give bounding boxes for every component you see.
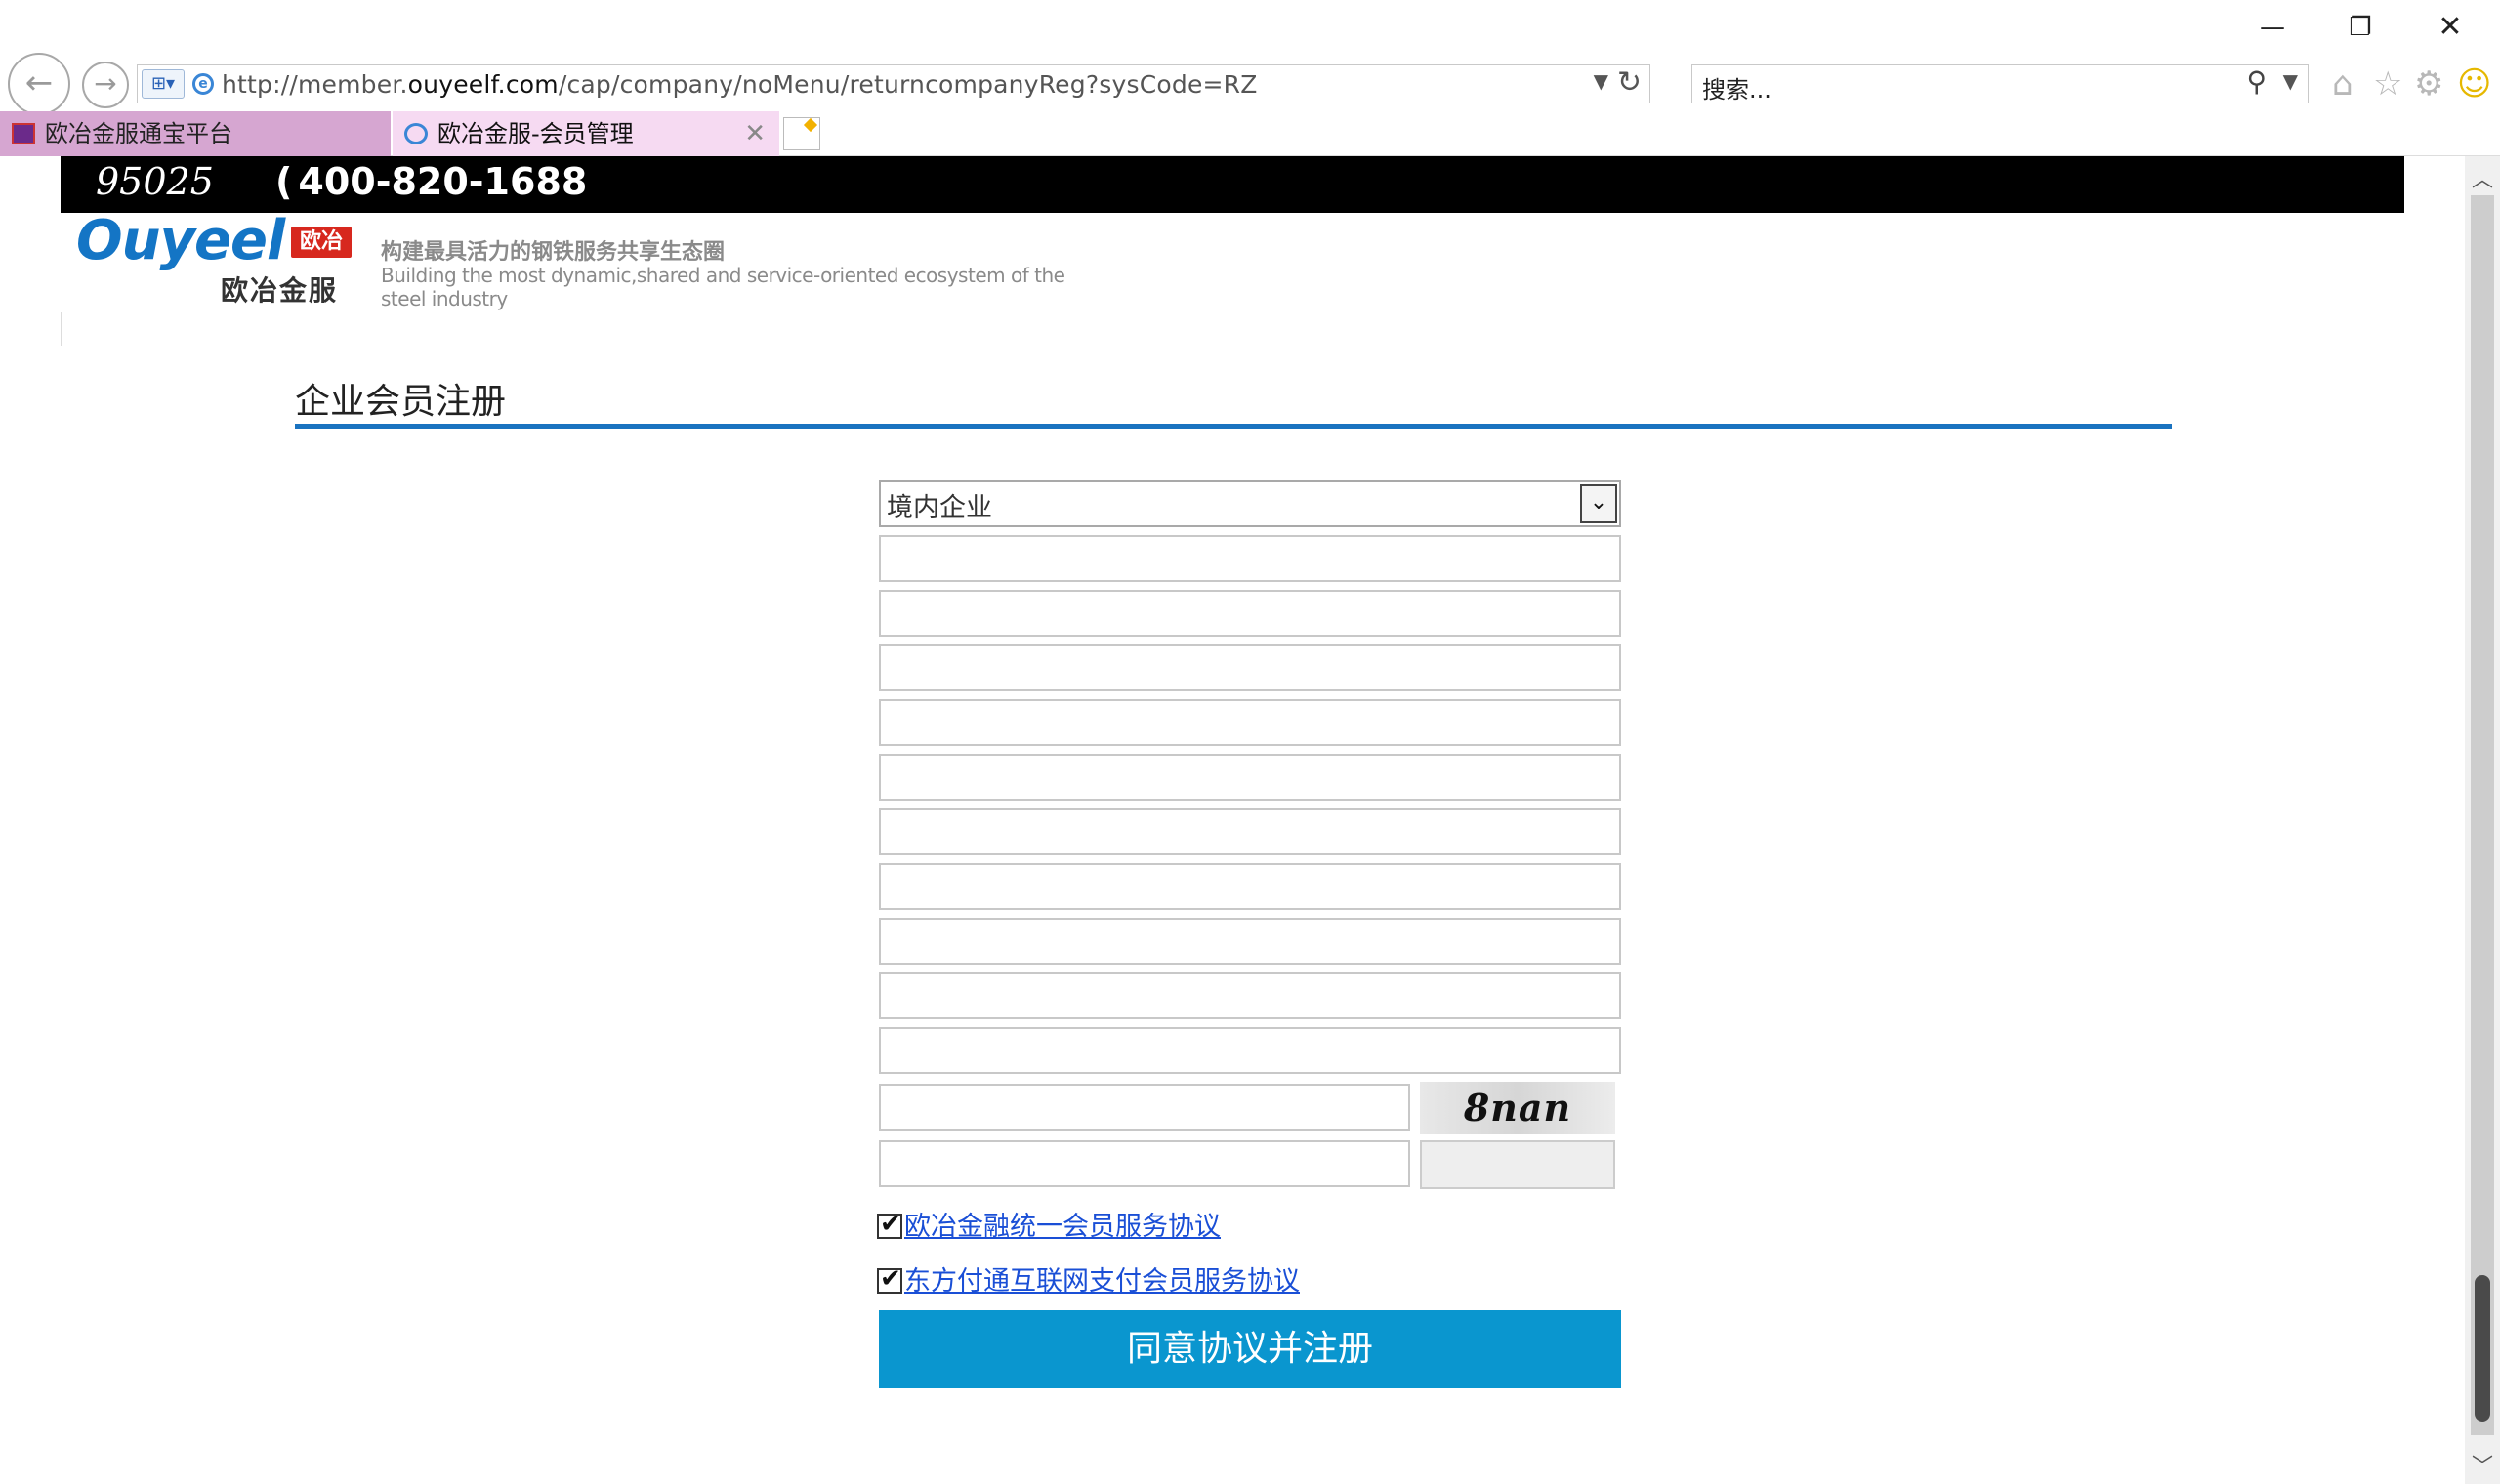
logo-badge: 欧冶 (291, 227, 352, 258)
mobile-number-input[interactable] (879, 1027, 1621, 1074)
form-row-mobile-number: *手 机 号 码: (547, 1027, 1621, 1074)
agree-and-register-button[interactable]: 同意协议并注册 (879, 1310, 1621, 1388)
url-text[interactable]: http://member.ouyeelf.com/cap/company/no… (222, 70, 1258, 99)
agreement-ouyeel[interactable]: 欧冶金融统一会员服务协议 (877, 1205, 1221, 1244)
enterprise-type-select[interactable]: 境内企业 ⌄ (879, 480, 1621, 527)
search-input[interactable]: 搜索... (1702, 70, 1771, 104)
refresh-icon[interactable]: ↻ (1617, 65, 1642, 100)
slogan-chinese: 构建最具活力的钢铁服务共享生态圈 (381, 240, 726, 265)
get-sms-code-button[interactable] (1420, 1140, 1615, 1189)
agreement-checkbox[interactable] (877, 1264, 902, 1294)
image-captcha-input[interactable] (879, 1084, 1410, 1131)
gear-icon[interactable]: ⚙ (2414, 64, 2443, 103)
close-window-button[interactable]: ✕ (2426, 10, 2475, 45)
legal-person-name-input[interactable] (879, 590, 1621, 637)
agreement-checkbox[interactable] (877, 1210, 902, 1239)
tab-bar: 欧冶金服通宝平台 欧冶金服-会员管理 ✕ (0, 111, 2500, 156)
logo-wordmark: Ouyeel (76, 209, 285, 272)
tab-member-management[interactable]: 欧冶金服-会员管理 ✕ (393, 111, 779, 156)
form-row-confirm-password: *确 认 密 码: (547, 972, 1621, 1019)
window-titlebar: — ❐ ✕ (0, 0, 2500, 57)
scroll-track[interactable] (2471, 195, 2494, 1435)
tab-label: 欧冶金服-会员管理 (438, 120, 634, 147)
site-logo[interactable]: Ouyeel 欧冶 欧冶金服 构建最具活力的钢铁服务共享生态圈 Building… (76, 209, 1111, 312)
tab-tongbao-platform[interactable]: 欧冶金服通宝平台 (0, 111, 391, 156)
search-box[interactable]: 搜索... ⚲ ▼ (1691, 64, 2309, 103)
scroll-down-icon[interactable]: ﹀ (2465, 1449, 2500, 1480)
login-password-input[interactable] (879, 918, 1621, 965)
divider (61, 312, 62, 346)
phone-icon: ( (275, 160, 293, 203)
form-row-company-name: *公 司 名 称: (547, 535, 1621, 582)
new-tab-button[interactable] (783, 117, 820, 150)
form-row-enterprise-type: *企 业 类 型:境内企业⌄ (547, 480, 1621, 527)
select-value: 境内企业 (887, 493, 992, 523)
hotline-short: 95025 (96, 160, 214, 203)
form-row-legal-person-contact: 法人联系方式: (547, 699, 1621, 746)
chevron-down-icon[interactable]: ⌄ (1580, 484, 1617, 523)
back-arrow-icon[interactable]: ← (8, 53, 70, 115)
favorites-star-icon[interactable]: ☆ (2373, 64, 2402, 103)
scroll-thumb[interactable] (2475, 1275, 2490, 1422)
login-account-input[interactable] (879, 863, 1621, 910)
form-row-operator-id: 操作员身份证号码: (547, 808, 1621, 855)
search-icon[interactable]: ⚲ (2246, 65, 2267, 98)
slogan-english: Building the most dynamic,shared and ser… (381, 264, 1065, 310)
form-row-legal-person-id: 法人身份证号码: (547, 644, 1621, 691)
operator-id-input[interactable] (879, 808, 1621, 855)
form-row-login-account: *登 录 账 号: (547, 863, 1621, 910)
vertical-scrollbar[interactable]: ︿ ﹀ (2465, 156, 2500, 1484)
address-dropdown-icon[interactable]: ▼ (1594, 69, 1608, 93)
restore-button[interactable]: ❐ (2336, 10, 2385, 45)
ie-page-icon: e (192, 73, 214, 95)
browser-navbar: ← → ⊞▾ e http://member.ouyeelf.com/cap/c… (0, 53, 2500, 115)
title-underline (295, 424, 2172, 429)
minimize-button[interactable]: — (2248, 10, 2297, 45)
agreement-link[interactable]: 东方付通互联网支付会员服务协议 (904, 1266, 1300, 1297)
sms-code-input[interactable] (879, 1140, 1410, 1187)
hotline-bar: 95025 (400-820-1688 (61, 156, 2404, 213)
legal-person-id-input[interactable] (879, 644, 1621, 691)
search-dropdown-icon[interactable]: ▼ (2283, 69, 2298, 93)
home-icon[interactable]: ⌂ (2332, 64, 2354, 103)
form-row-login-password: *登 录 密 码: (547, 918, 1621, 965)
ie-favicon-icon (404, 123, 428, 144)
forward-arrow-icon[interactable]: → (82, 62, 129, 108)
logo-chinese-name: 欧冶金服 (221, 274, 339, 307)
form-row-operator-name: 企业操作员姓名: (547, 754, 1621, 801)
company-name-input[interactable] (879, 535, 1621, 582)
close-tab-icon[interactable]: ✕ (744, 111, 766, 156)
address-bar[interactable]: ⊞▾ e http://member.ouyeelf.com/cap/compa… (137, 64, 1650, 103)
confirm-password-input[interactable] (879, 972, 1621, 1019)
scroll-up-icon[interactable]: ︿ (2465, 162, 2500, 193)
operator-name-input[interactable] (879, 754, 1621, 801)
form-row-legal-person-name: 法 人 姓 名: (547, 590, 1621, 637)
form-row-sms-code: *手 机 验证码: (547, 1140, 1621, 1189)
site-favicon-icon (12, 123, 35, 144)
feedback-smiley-icon[interactable]: ☺ (2457, 64, 2491, 103)
agreement-link[interactable]: 欧冶金融统一会员服务协议 (904, 1212, 1221, 1242)
captcha-image[interactable]: 8nan (1420, 1082, 1615, 1134)
form-row-image-captcha: *图 形 验证码:8nan (547, 1082, 1621, 1134)
compatibility-view-icon[interactable]: ⊞▾ (142, 69, 185, 99)
hotline-phone: (400-820-1688 (275, 160, 588, 203)
legal-person-contact-input[interactable] (879, 699, 1621, 746)
agreement-dongfang[interactable]: 东方付通互联网支付会员服务协议 (877, 1259, 1300, 1298)
tab-label: 欧冶金服通宝平台 (45, 120, 232, 147)
page-title: 企业会员注册 (295, 382, 507, 422)
